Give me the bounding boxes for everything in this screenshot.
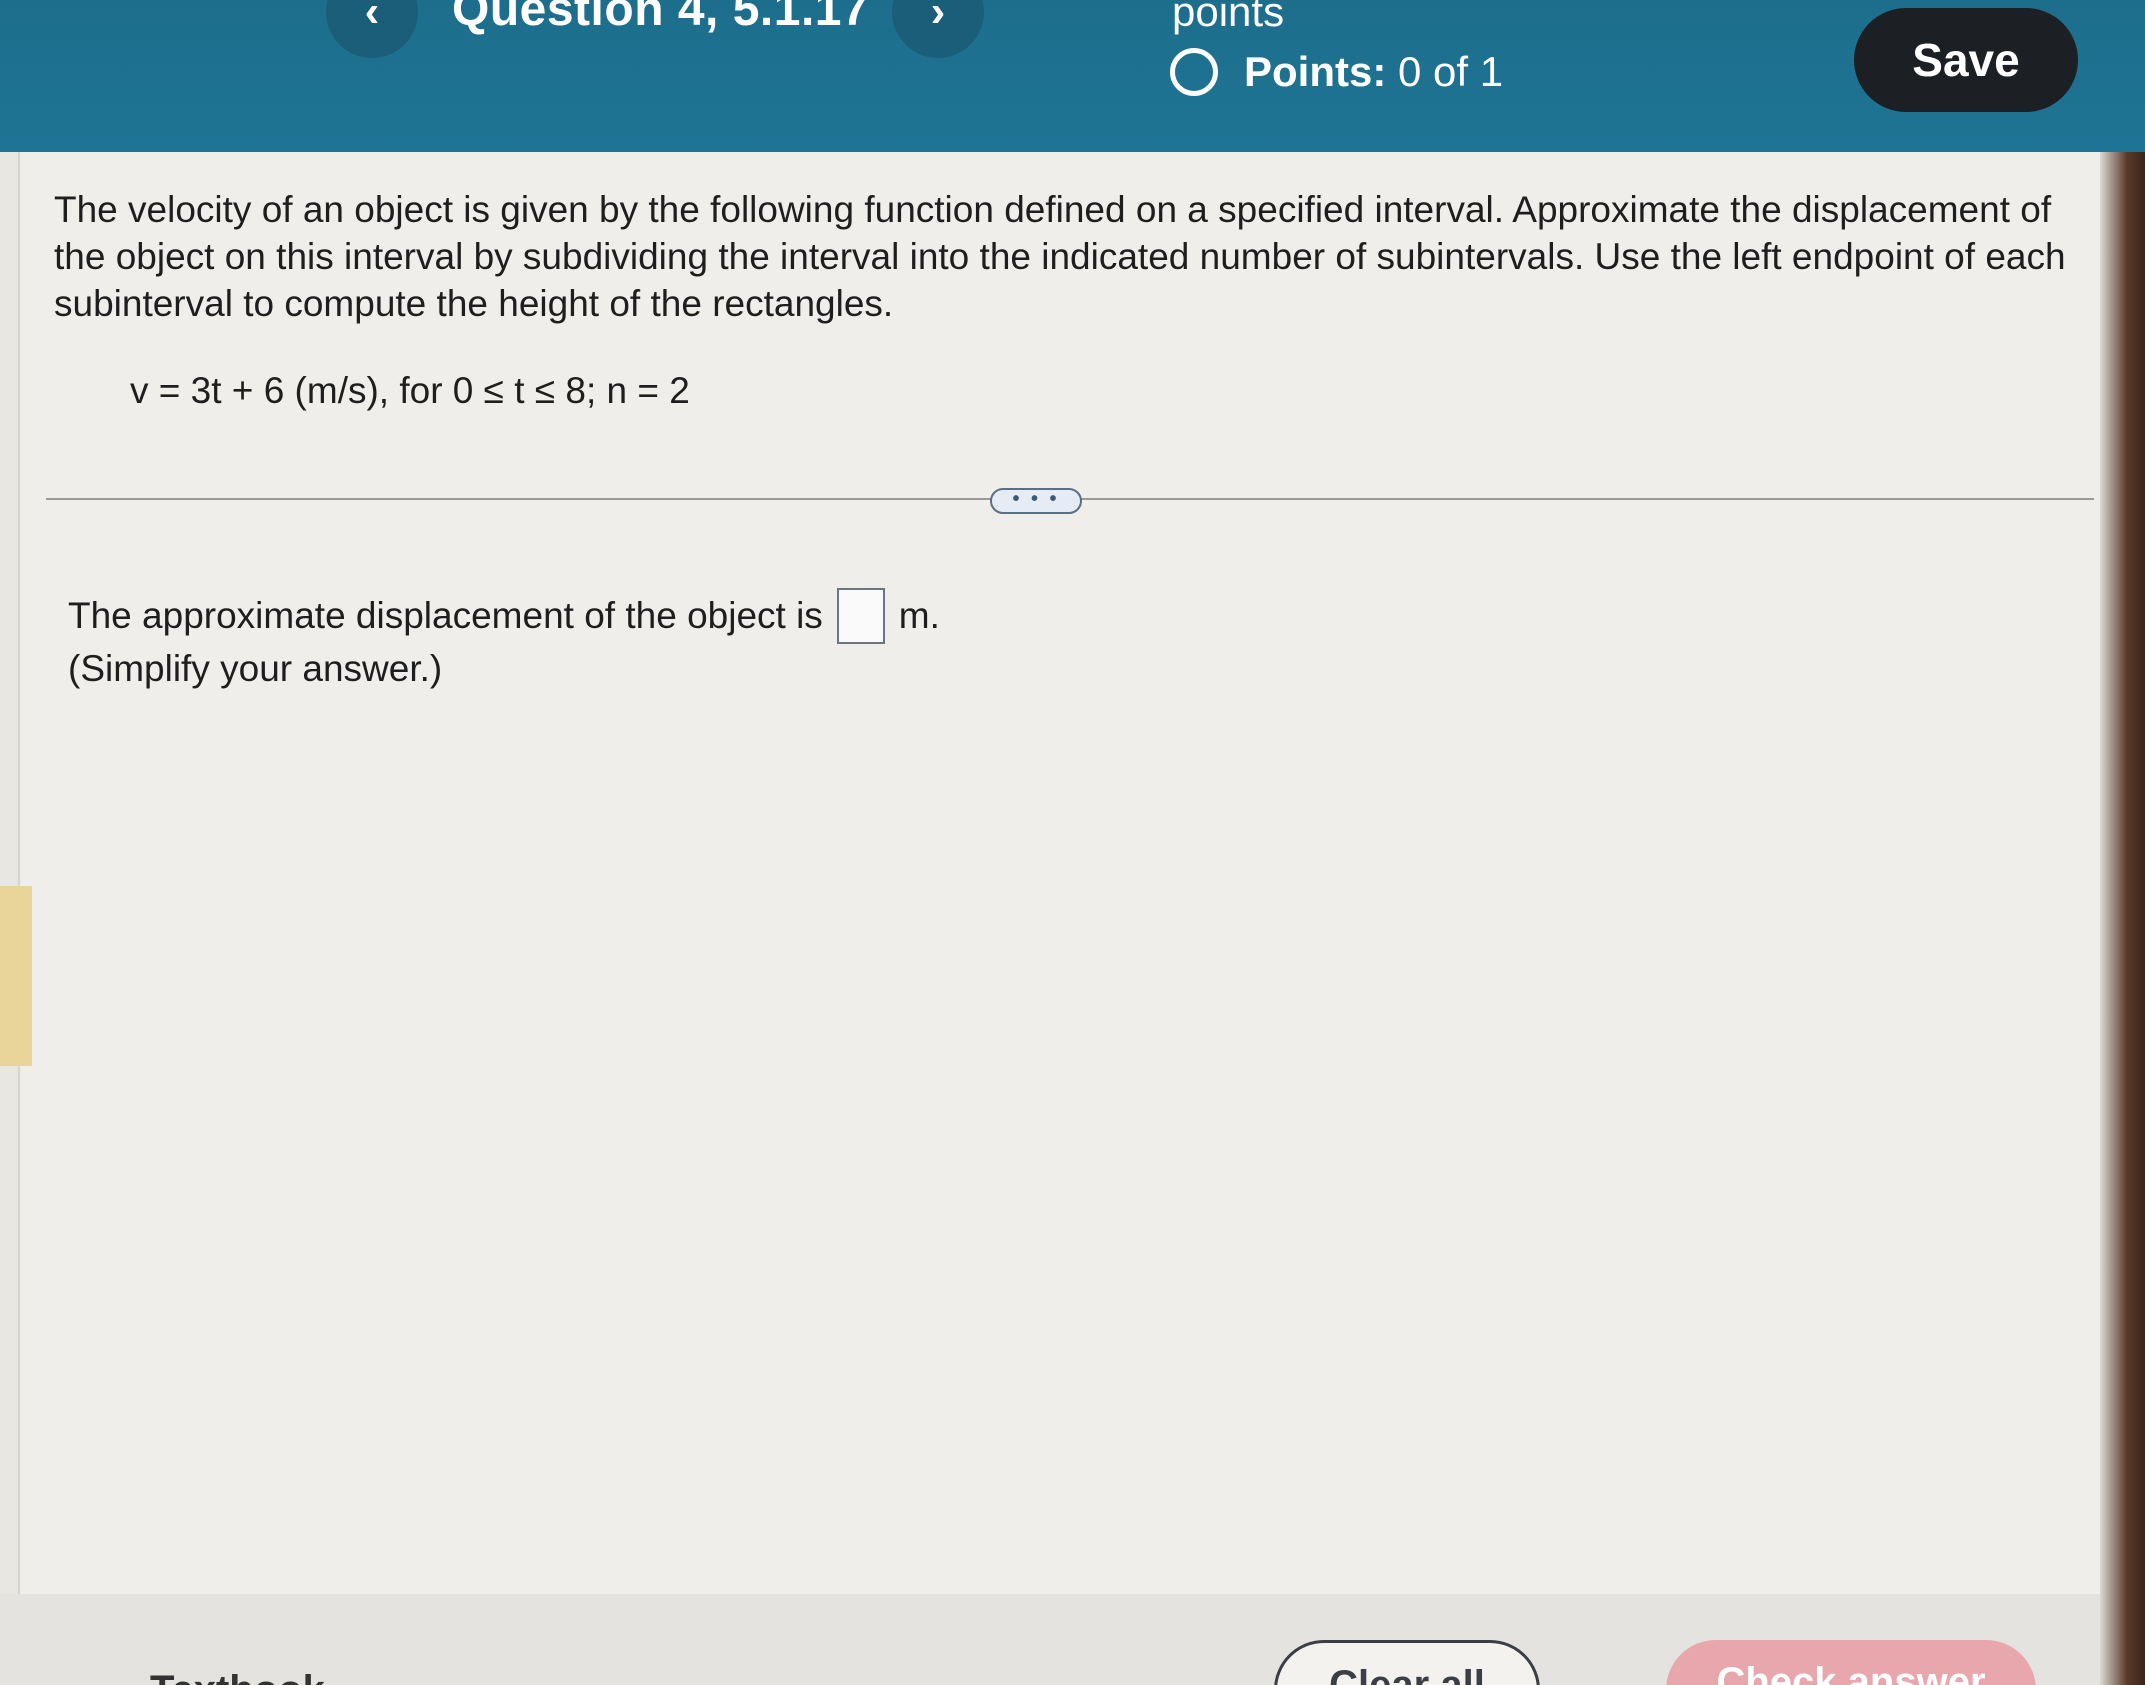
chevron-left-icon: ‹ — [364, 0, 380, 36]
points-label: Points: — [1244, 48, 1387, 95]
previous-question-button[interactable]: ‹ — [326, 0, 418, 58]
check-answer-button[interactable]: Check answer — [1666, 1640, 2036, 1685]
points-caption: points — [1172, 0, 1285, 35]
answer-row: The approximate displacement of the obje… — [68, 588, 940, 644]
question-header: ‹ Question 4, 5.1.17 › points Points: 0 … — [0, 0, 2145, 152]
expand-more-button[interactable]: • • • — [990, 488, 1082, 514]
page-frame: ‹ Question 4, 5.1.17 › points Points: 0 … — [0, 0, 2145, 1685]
side-marker — [0, 886, 32, 1066]
clear-all-button[interactable]: Clear all — [1274, 1640, 1540, 1685]
points-status: Points: 0 of 1 — [1170, 42, 1503, 102]
question-title: Question 4, 5.1.17 — [452, 0, 870, 36]
problem-formula: v = 3t + 6 (m/s), for 0 ≤ t ≤ 8; n = 2 — [130, 370, 690, 411]
save-button[interactable]: Save — [1854, 8, 2078, 112]
points-value: 0 of 1 — [1398, 48, 1504, 95]
answer-input[interactable] — [836, 588, 885, 644]
screen-bezel — [2100, 152, 2145, 1685]
status-circle-icon — [1170, 48, 1218, 96]
footer-textbook-link[interactable]: Textbook — [150, 1668, 325, 1685]
problem-statement: The velocity of an object is given by th… — [54, 189, 2066, 324]
chevron-right-icon: › — [930, 0, 946, 36]
answer-prompt: The approximate displacement of the obje… — [68, 595, 823, 636]
answer-hint: (Simplify your answer.) — [68, 648, 443, 689]
answer-unit: m. — [898, 595, 940, 636]
next-question-button[interactable]: › — [892, 0, 984, 58]
